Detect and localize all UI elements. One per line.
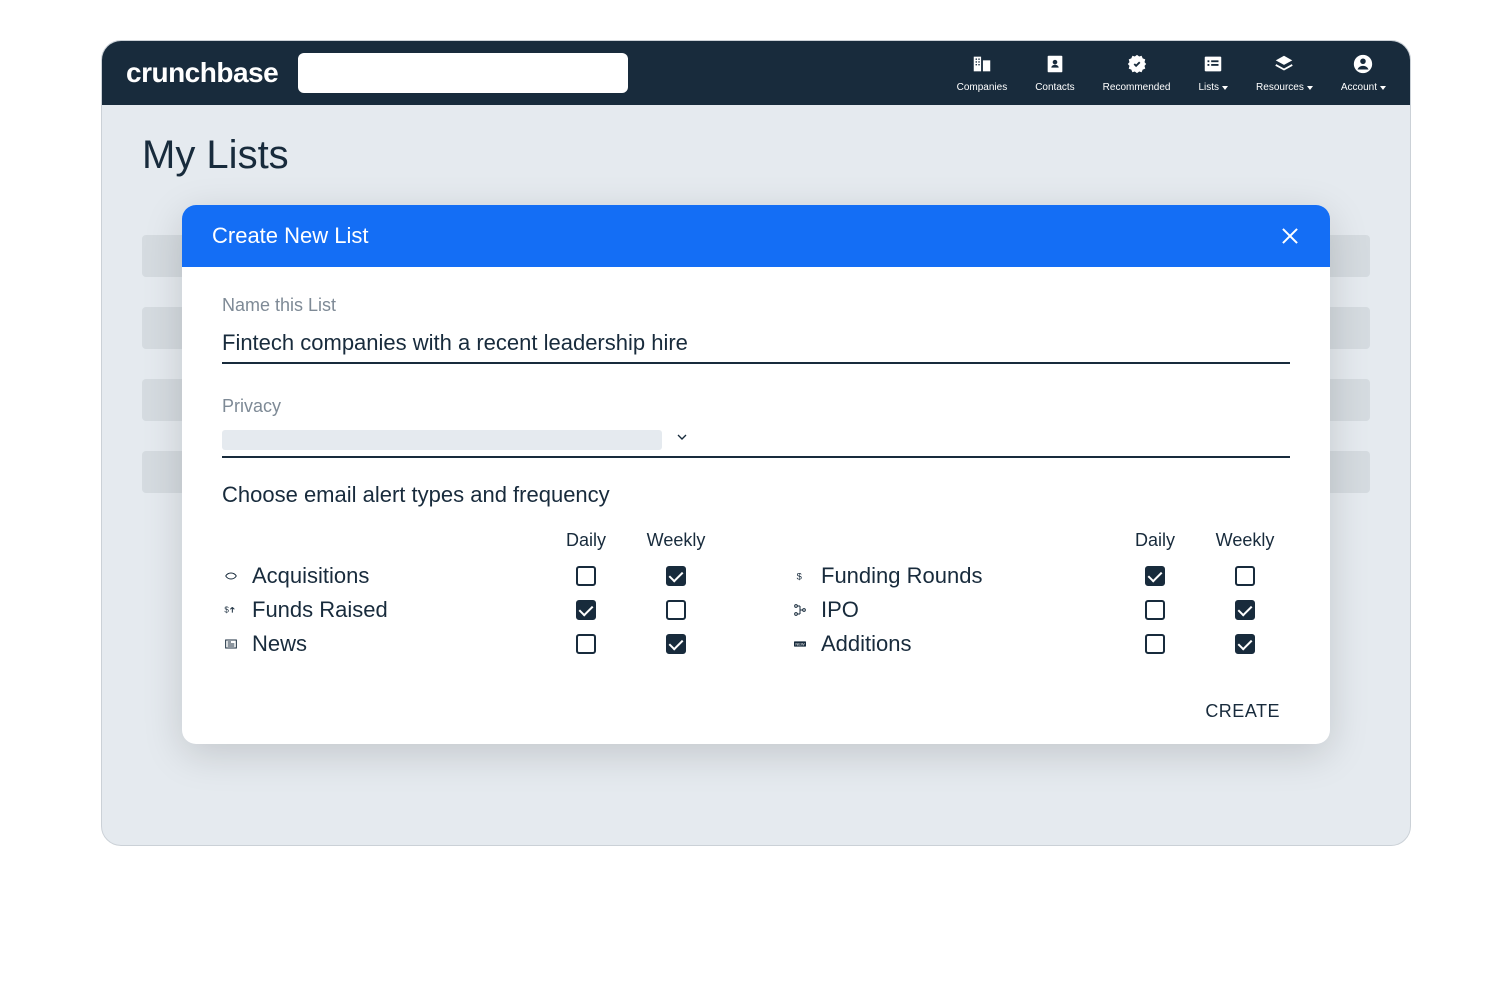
brand-logo: crunchbase — [126, 57, 278, 89]
col-header-weekly: Weekly — [631, 530, 721, 551]
page-title: My Lists — [142, 133, 1370, 178]
create-button[interactable]: CREATE — [1205, 701, 1280, 722]
checkbox-daily[interactable] — [1145, 634, 1165, 654]
chevron-down-icon — [674, 429, 690, 450]
col-header-daily: Daily — [541, 530, 631, 551]
nav-label: Contacts — [1035, 82, 1074, 93]
privacy-select[interactable] — [222, 425, 1290, 458]
modal-title: Create New List — [212, 223, 369, 249]
chevron-down-icon — [1380, 86, 1386, 90]
buildings-icon — [971, 53, 993, 78]
alert-type-icon — [222, 635, 240, 653]
create-list-modal: Create New List Name this List Privacy C… — [182, 205, 1330, 744]
nav-recommended[interactable]: Recommended — [1103, 53, 1171, 93]
app-window: crunchbase Companies Contacts Recommende… — [101, 40, 1411, 846]
alert-type-icon — [222, 567, 240, 585]
list-name-input[interactable] — [222, 324, 1290, 364]
search-input[interactable] — [298, 53, 628, 93]
alert-label: Acquisitions — [252, 563, 541, 589]
svg-text:NEW: NEW — [795, 641, 805, 646]
alert-row: IPO — [791, 597, 1290, 623]
alert-label: Additions — [821, 631, 1110, 657]
alert-label: Funding Rounds — [821, 563, 1110, 589]
contact-card-icon — [1044, 53, 1066, 78]
layers-icon — [1273, 53, 1295, 78]
nav-label: Resources — [1256, 82, 1304, 93]
nav-contacts[interactable]: Contacts — [1035, 53, 1074, 93]
top-nav: crunchbase Companies Contacts Recommende… — [102, 41, 1410, 105]
alert-type-icon: $ — [222, 601, 240, 619]
nav-lists[interactable]: Lists — [1198, 53, 1228, 93]
nav-label: Account — [1341, 82, 1377, 93]
nav-label: Lists — [1198, 82, 1219, 93]
svg-text:$: $ — [797, 571, 803, 581]
alert-row: Acquisitions — [222, 563, 721, 589]
alerts-grid: DailyWeeklyAcquisitions$Funds RaisedNews… — [222, 530, 1290, 665]
checkbox-daily[interactable] — [576, 566, 596, 586]
checkbox-weekly[interactable] — [666, 566, 686, 586]
alert-row: $ Funding Rounds — [791, 563, 1290, 589]
col-header-weekly: Weekly — [1200, 530, 1290, 551]
nav-companies[interactable]: Companies — [957, 53, 1008, 93]
alerts-col-right: DailyWeekly $ Funding Rounds IPO NEW Addition… — [791, 530, 1290, 665]
account-circle-icon — [1352, 53, 1374, 78]
checkbox-weekly[interactable] — [666, 634, 686, 654]
checkbox-weekly[interactable] — [1235, 634, 1255, 654]
chevron-down-icon — [1307, 86, 1313, 90]
close-icon[interactable] — [1280, 226, 1300, 246]
modal-header: Create New List — [182, 205, 1330, 267]
checkbox-weekly[interactable] — [1235, 566, 1255, 586]
checkbox-daily[interactable] — [576, 600, 596, 620]
checkbox-daily[interactable] — [1145, 566, 1165, 586]
nav-group: Companies Contacts Recommended Lists — [957, 53, 1386, 93]
alert-type-icon — [791, 601, 809, 619]
verified-badge-icon — [1126, 53, 1148, 78]
alert-type-icon: NEW — [791, 635, 809, 653]
nav-label: Companies — [957, 82, 1008, 93]
privacy-value-placeholder — [222, 430, 662, 450]
privacy-field-label: Privacy — [222, 396, 1290, 417]
alert-type-icon: $ — [791, 567, 809, 585]
list-icon — [1202, 53, 1224, 78]
alert-row: $ Funds Raised — [222, 597, 721, 623]
col-header-daily: Daily — [1110, 530, 1200, 551]
nav-resources[interactable]: Resources — [1256, 53, 1313, 93]
modal-footer: CREATE — [182, 683, 1330, 744]
modal-body: Name this List Privacy Choose email aler… — [182, 267, 1330, 683]
alert-label: IPO — [821, 597, 1110, 623]
alerts-col-left: DailyWeekly Acquisitions $ Funds Raised News — [222, 530, 721, 665]
nav-label: Recommended — [1103, 82, 1171, 93]
alert-row: NEW Additions — [791, 631, 1290, 657]
checkbox-daily[interactable] — [576, 634, 596, 654]
checkbox-weekly[interactable] — [666, 600, 686, 620]
alert-label: Funds Raised — [252, 597, 541, 623]
nav-account[interactable]: Account — [1341, 53, 1386, 93]
alert-row: News — [222, 631, 721, 657]
checkbox-weekly[interactable] — [1235, 600, 1255, 620]
chevron-down-icon — [1222, 86, 1228, 90]
alert-label: News — [252, 631, 541, 657]
svg-text:$: $ — [224, 606, 229, 615]
page-body: My Lists Create New List Name this List … — [102, 105, 1410, 845]
name-field-label: Name this List — [222, 295, 1290, 316]
checkbox-daily[interactable] — [1145, 600, 1165, 620]
alerts-heading: Choose email alert types and frequency — [222, 482, 1290, 508]
